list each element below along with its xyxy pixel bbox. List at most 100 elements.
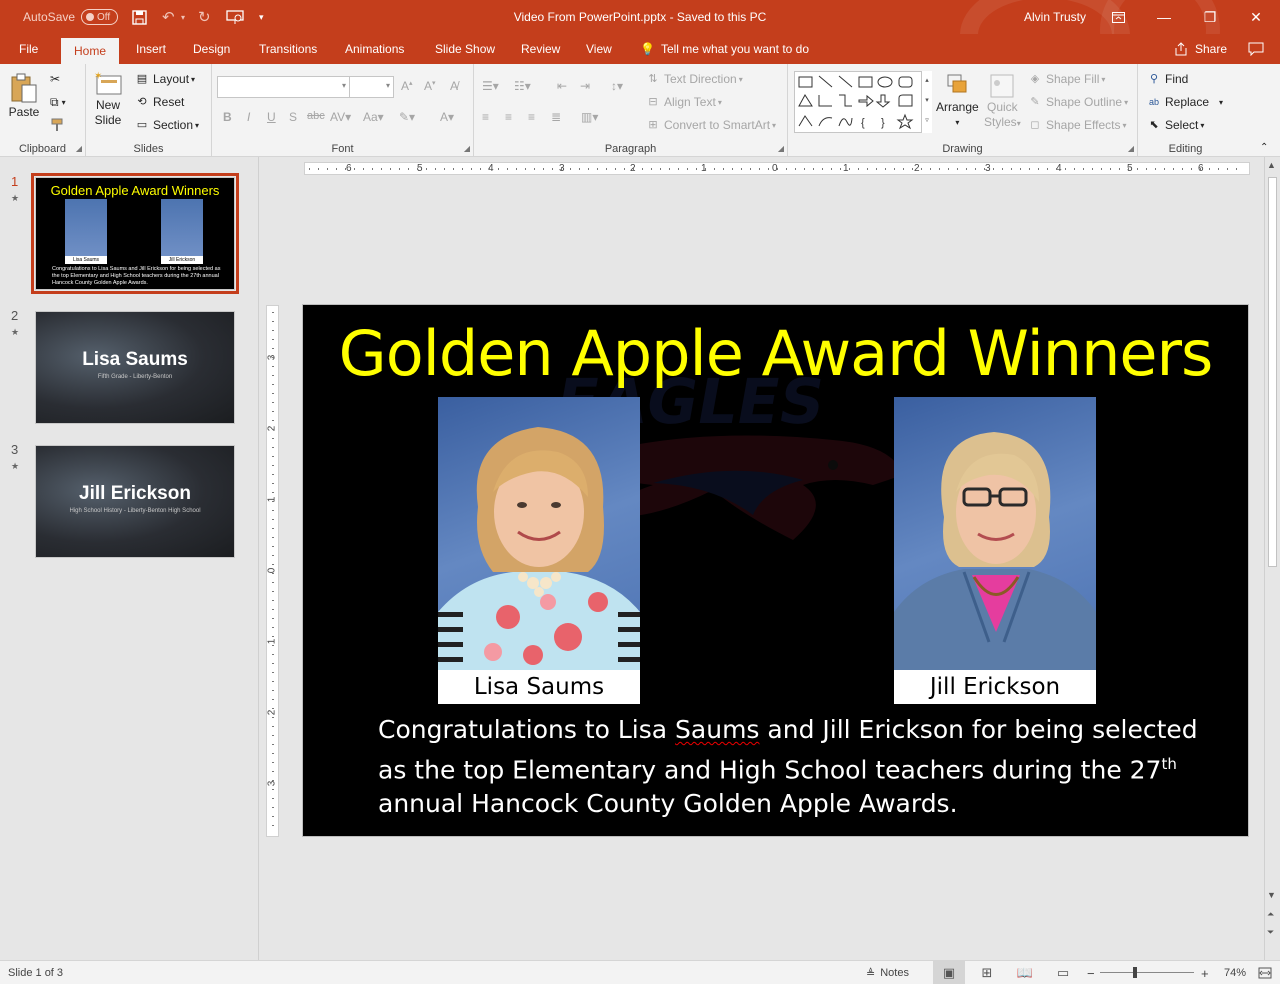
select-button[interactable]: ⬉ Select ▾ [1147, 118, 1204, 132]
find-button[interactable]: ⚲ Find [1147, 72, 1188, 86]
horizontal-ruler[interactable]: 6543210123456 [304, 162, 1250, 175]
paste-button[interactable]: Paste [8, 72, 40, 119]
next-slide-icon[interactable]: ⏷ [1267, 927, 1274, 938]
slide-title[interactable]: Golden Apple Award Winners [303, 317, 1248, 390]
arrange-button[interactable]: Arrange ▾ [936, 72, 979, 130]
tab-review[interactable]: Review [521, 34, 560, 64]
convert-smartart-button[interactable]: ⊞ Convert to SmartArt ▾ [646, 118, 776, 132]
clear-formatting-icon[interactable]: A̸ [450, 79, 458, 93]
save-icon[interactable] [132, 0, 147, 34]
strikethrough-icon[interactable]: abc [307, 110, 325, 122]
presentation-icon[interactable] [226, 0, 244, 34]
highlight-icon[interactable]: ✎▾ [399, 110, 415, 124]
tab-slide-show[interactable]: Slide Show [435, 34, 495, 64]
shape-fill-button[interactable]: ◈ Shape Fill ▾ [1028, 72, 1106, 86]
columns-icon[interactable]: ▥▾ [581, 110, 598, 124]
slide-sorter-icon[interactable]: ⊞ [971, 961, 1003, 984]
fit-slide-icon[interactable] [1258, 961, 1272, 984]
tab-design[interactable]: Design [193, 34, 230, 64]
shadow-icon[interactable]: S [289, 110, 297, 124]
tab-transitions[interactable]: Transitions [259, 34, 317, 64]
tab-view[interactable]: View [586, 34, 612, 64]
slide-body-text[interactable]: Congratulations to Lisa Saums and Jill E… [378, 713, 1208, 821]
character-spacing-icon[interactable]: AV▾ [330, 110, 351, 124]
zoom-in-icon[interactable]: + [1201, 961, 1209, 984]
slide-canvas[interactable]: EAGLES Golden Apple Award Winners Lisa S… [302, 304, 1249, 837]
notes-button[interactable]: ≜ Notes [866, 961, 909, 984]
autosave-toggle[interactable]: Off [81, 9, 118, 25]
spellcheck-word[interactable]: Saums [675, 715, 759, 744]
align-text-button[interactable]: ⊟ Align Text ▾ [646, 95, 721, 109]
tab-home[interactable]: Home [61, 38, 120, 64]
previous-slide-icon[interactable]: ⏶ [1267, 909, 1274, 920]
scroll-down-icon[interactable]: ▼ [1267, 890, 1276, 900]
section-button[interactable]: ▭ Section ▾ [135, 118, 199, 132]
normal-view-icon[interactable]: ▣ [933, 961, 965, 984]
vertical-ruler[interactable]: 3210123 [266, 305, 279, 837]
customize-qat-icon[interactable]: ▾ [259, 0, 264, 34]
decrease-indent-icon[interactable]: ⇤ [557, 79, 567, 93]
shape-outline-button[interactable]: ✎ Shape Outline ▾ [1028, 95, 1128, 109]
tell-me-box[interactable]: 💡 Tell me what you want to do [640, 34, 809, 64]
comments-icon[interactable] [1248, 34, 1264, 64]
photo-lisa-saums[interactable] [438, 397, 640, 670]
align-right-icon[interactable]: ≡ [528, 110, 535, 124]
format-painter-icon[interactable] [50, 118, 64, 132]
ribbon-display-icon[interactable] [1095, 0, 1141, 34]
slide-thumbnail-3[interactable]: Jill Erickson High School History - Libe… [35, 445, 235, 558]
tab-file[interactable]: File [19, 34, 38, 64]
slide-thumbnail-1[interactable]: Golden Apple Award Winners Lisa Saums Ji… [31, 173, 239, 294]
close-icon[interactable]: ✕ [1233, 0, 1279, 34]
underline-icon[interactable]: U [267, 110, 276, 124]
zoom-slider[interactable] [1100, 972, 1194, 973]
restore-icon[interactable]: ❐ [1187, 0, 1233, 34]
undo-dropdown-icon[interactable]: ▾ [181, 0, 185, 34]
zoom-slider-handle[interactable] [1133, 967, 1137, 978]
change-case-icon[interactable]: Aa▾ [363, 110, 384, 124]
font-name-combo[interactable]: ▾ [217, 76, 350, 98]
reading-view-icon[interactable]: 📖 [1009, 961, 1041, 984]
scroll-thumb[interactable] [1268, 177, 1277, 567]
cut-icon[interactable]: ✂ [50, 72, 60, 86]
share-button[interactable]: Share [1174, 34, 1227, 64]
line-spacing-icon[interactable]: ↕▾ [611, 79, 623, 93]
tab-insert[interactable]: Insert [136, 34, 166, 64]
zoom-level[interactable]: 74% [1224, 961, 1246, 984]
align-center-icon[interactable]: ≡ [505, 110, 512, 124]
font-launcher-icon[interactable]: ◢ [464, 144, 470, 153]
user-name[interactable]: Alvin Trusty [1024, 0, 1086, 34]
font-size-combo[interactable]: ▾ [349, 76, 394, 98]
minimize-icon[interactable]: — [1141, 0, 1187, 34]
align-left-icon[interactable]: ≡ [482, 110, 489, 124]
reset-button[interactable]: ⟲ Reset [135, 95, 184, 109]
vertical-scrollbar[interactable]: ▲ ▼ ⏶ ⏷ [1264, 157, 1280, 960]
caption-jill-erickson[interactable]: Jill Erickson [894, 670, 1096, 704]
bullets-icon[interactable]: ☰▾ [482, 79, 499, 93]
slide-thumbnail-2[interactable]: Lisa Saums Fifth Grade - Liberty-Benton [35, 311, 235, 424]
clipboard-launcher-icon[interactable]: ◢ [76, 144, 82, 153]
shape-effects-button[interactable]: ◻ Shape Effects ▾ [1028, 118, 1126, 132]
numbering-icon[interactable]: ☷▾ [514, 79, 531, 93]
layout-button[interactable]: ▤ Layout ▾ [135, 72, 195, 86]
zoom-out-icon[interactable]: − [1087, 961, 1095, 984]
font-color-icon[interactable]: A▾ [440, 110, 454, 124]
copy-icon[interactable]: ⧉ ▾ [50, 95, 66, 110]
photo-jill-erickson[interactable] [894, 397, 1096, 670]
drawing-launcher-icon[interactable]: ◢ [1128, 144, 1134, 153]
undo-icon[interactable]: ↶ [162, 0, 175, 34]
tab-animations[interactable]: Animations [345, 34, 404, 64]
increase-font-icon[interactable]: A▴ [401, 79, 413, 93]
replace-button[interactable]: ab Replace ▾ [1147, 95, 1223, 109]
redo-icon[interactable]: ↻ [198, 0, 211, 34]
paragraph-launcher-icon[interactable]: ◢ [778, 144, 784, 153]
text-direction-button[interactable]: ⇅ Text Direction ▾ [646, 72, 742, 86]
shapes-gallery[interactable]: {} ▴ ▾ ▿ [794, 71, 932, 133]
quick-styles-button[interactable]: Quick Styles▾ [984, 72, 1021, 131]
italic-icon[interactable]: I [247, 110, 250, 124]
decrease-font-icon[interactable]: A▾ [424, 79, 436, 93]
caption-lisa-saums[interactable]: Lisa Saums [438, 670, 640, 704]
increase-indent-icon[interactable]: ⇥ [580, 79, 590, 93]
collapse-ribbon-icon[interactable]: ⌃ [1260, 142, 1268, 153]
bold-icon[interactable]: B [223, 110, 232, 124]
justify-icon[interactable]: ≣ [551, 110, 561, 124]
